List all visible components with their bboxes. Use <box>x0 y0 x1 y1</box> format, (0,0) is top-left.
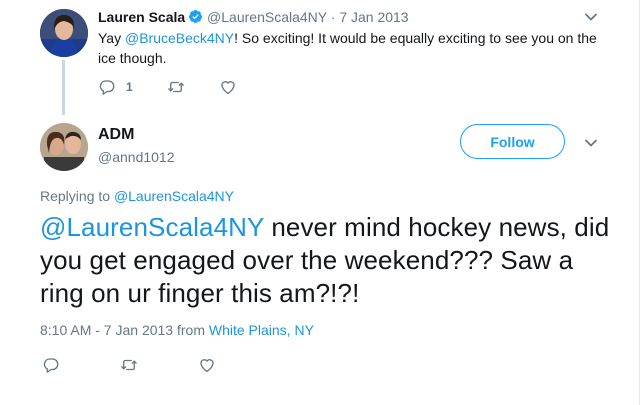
replying-to: Replying to @LaurenScala4NY <box>40 188 234 204</box>
reply-icon <box>43 358 59 373</box>
tweet-text-prefix: Yay <box>98 30 125 46</box>
retweet-icon <box>121 359 137 371</box>
reply-button[interactable]: 1 <box>98 78 133 96</box>
avatar-photo <box>40 123 88 171</box>
replying-label: Replying to <box>40 188 114 204</box>
author-name[interactable]: ADM <box>98 126 134 143</box>
author-name[interactable]: Lauren Scala <box>98 9 185 25</box>
retweet-icon <box>167 81 184 93</box>
author-handle[interactable]: @LaurenScala4NY <box>207 9 327 25</box>
main-tweet: ADM @annd1012 Follow Replying to @Lauren… <box>0 112 640 405</box>
reply-count: 1 <box>126 80 133 94</box>
chevron-down-icon[interactable] <box>584 10 598 24</box>
like-icon <box>200 359 214 373</box>
tweet-text: @LaurenScala4NY never mind hockey news, … <box>40 211 610 310</box>
reply-icon <box>99 80 115 95</box>
like-icon <box>221 81 235 95</box>
mention-link[interactable]: @LaurenScala4NY <box>40 212 264 242</box>
verified-badge-icon <box>189 10 203 23</box>
chevron-down-icon[interactable] <box>584 136 598 150</box>
separator-dot: · <box>330 9 336 25</box>
tweet-timestamp: 8:10 AM - 7 Jan 2013 from White Plains, … <box>40 322 314 338</box>
tweet-header: Lauren Scala @LaurenScala4NY · 7 Jan 201… <box>98 8 409 26</box>
retweet-button[interactable] <box>120 356 138 374</box>
tweet-actions: 1 <box>98 78 271 96</box>
author-block: ADM @annd1012 <box>98 125 175 167</box>
like-button[interactable] <box>219 78 237 96</box>
author-handle[interactable]: @annd1012 <box>98 147 175 167</box>
replying-handle-link[interactable]: @LaurenScala4NY <box>114 188 234 204</box>
like-button[interactable] <box>198 356 216 374</box>
avatar[interactable] <box>40 9 88 57</box>
avatar-photo <box>40 9 88 57</box>
tweet-actions <box>42 356 276 374</box>
mention-link[interactable]: @BruceBeck4NY <box>125 30 234 46</box>
tweet-thread: Lauren Scala @LaurenScala4NY · 7 Jan 201… <box>0 0 640 405</box>
tweet-date[interactable]: 7 Jan 2013 <box>339 9 408 25</box>
thread-line <box>62 60 65 115</box>
timestamp-text: 8:10 AM - 7 Jan 2013 from <box>40 322 209 338</box>
parent-tweet[interactable]: Lauren Scala @LaurenScala4NY · 7 Jan 201… <box>0 0 640 115</box>
reply-button[interactable] <box>42 356 60 374</box>
follow-button[interactable]: Follow <box>460 124 565 159</box>
location-link[interactable]: White Plains, NY <box>209 322 314 338</box>
tweet-text: Yay @BruceBeck4NY! So exciting! It would… <box>98 28 608 68</box>
avatar[interactable] <box>40 123 88 171</box>
retweet-button[interactable] <box>167 78 185 96</box>
